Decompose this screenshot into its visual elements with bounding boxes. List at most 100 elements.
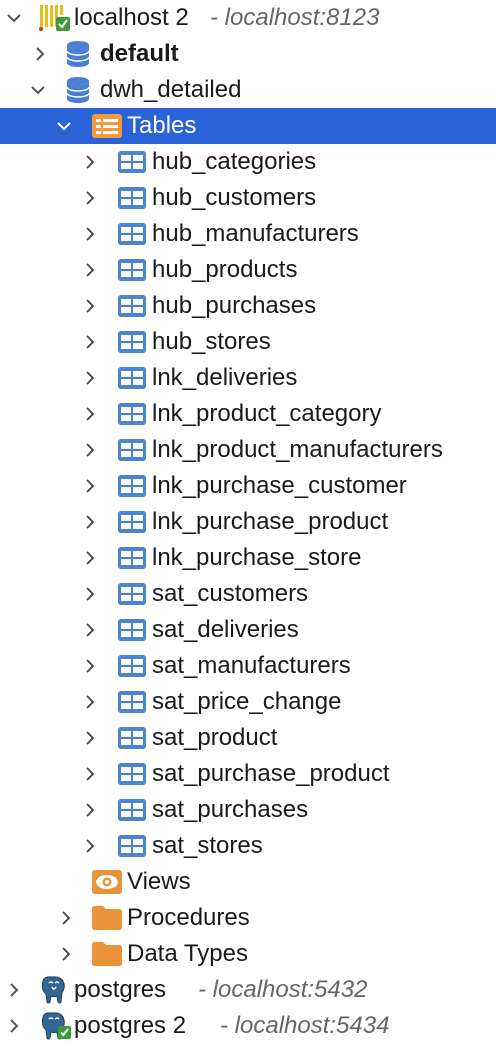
table-label: sat_price_change (152, 688, 342, 715)
chevron-right-icon[interactable] (80, 684, 100, 720)
table-item-sat-customers[interactable]: sat_customers (0, 576, 496, 612)
chevron-down-icon[interactable] (28, 72, 48, 108)
table-icon (118, 540, 146, 576)
table-item-sat-deliveries[interactable]: sat_deliveries (0, 612, 496, 648)
table-icon (118, 720, 146, 756)
chevron-right-icon[interactable] (80, 576, 100, 612)
chevron-right-icon[interactable] (56, 900, 76, 936)
chevron-right-icon[interactable] (30, 36, 50, 72)
chevron-right-icon[interactable] (80, 648, 100, 684)
chevron-right-icon[interactable] (80, 792, 100, 828)
table-icon (118, 648, 146, 684)
table-icon (118, 756, 146, 792)
folder-icon (92, 936, 122, 972)
table-icon (118, 612, 146, 648)
chevron-right-icon[interactable] (80, 756, 100, 792)
chevron-right-icon[interactable] (80, 612, 100, 648)
chevron-right-icon[interactable] (4, 1008, 24, 1044)
table-item-hub-purchases[interactable]: hub_purchases (0, 288, 496, 324)
chevron-right-icon[interactable] (80, 720, 100, 756)
table-icon (118, 252, 146, 288)
postgresql-elephant-icon (38, 1008, 72, 1044)
database-icon (66, 72, 90, 108)
table-item-lnk-product-category[interactable]: lnk_product_category (0, 396, 496, 432)
table-label: lnk_product_manufacturers (152, 436, 443, 463)
folder-procedures[interactable]: Procedures (0, 900, 496, 936)
table-item-lnk-deliveries[interactable]: lnk_deliveries (0, 360, 496, 396)
table-label: hub_products (152, 256, 298, 283)
chevron-right-icon[interactable] (80, 288, 100, 324)
table-list: hub_categories hub_customers hub_manufactu… (0, 144, 496, 864)
table-label: lnk_purchase_store (152, 544, 362, 571)
chevron-right-icon[interactable] (4, 972, 24, 1008)
chevron-right-icon[interactable] (56, 936, 76, 972)
tables-folder-icon (92, 108, 122, 144)
table-label: hub_stores (152, 328, 271, 355)
table-item-sat-purchase-product[interactable]: sat_purchase_product (0, 756, 496, 792)
folder-label: Tables (127, 112, 197, 139)
connection-postgres[interactable]: postgres - localhost:5432 (0, 972, 496, 1008)
folder-label: Views (127, 868, 191, 895)
table-item-hub-stores[interactable]: hub_stores (0, 324, 496, 360)
table-item-lnk-purchase-customer[interactable]: lnk_purchase_customer (0, 468, 496, 504)
table-item-hub-categories[interactable]: hub_categories (0, 144, 496, 180)
table-item-sat-product[interactable]: sat_product (0, 720, 496, 756)
table-label: sat_deliveries (152, 616, 299, 643)
postgresql-elephant-icon (38, 972, 70, 1008)
table-item-lnk-product-manufacturers[interactable]: lnk_product_manufacturers (0, 432, 496, 468)
connection-localhost-2[interactable]: localhost 2 - localhost:8123 (0, 0, 496, 36)
chevron-right-icon[interactable] (80, 216, 100, 252)
connection-label: postgres (74, 976, 167, 1003)
table-item-hub-products[interactable]: hub_products (0, 252, 496, 288)
connection-label: localhost 2 (74, 4, 189, 31)
chevron-down-icon[interactable] (4, 0, 24, 36)
table-icon (118, 180, 146, 216)
table-label: sat_customers (152, 580, 309, 607)
chevron-right-icon[interactable] (80, 540, 100, 576)
table-item-sat-stores[interactable]: sat_stores (0, 828, 496, 864)
chevron-right-icon[interactable] (80, 252, 100, 288)
database-dwh-detailed[interactable]: dwh_detailed (0, 72, 496, 108)
table-item-lnk-purchase-product[interactable]: lnk_purchase_product (0, 504, 496, 540)
chevron-down-icon[interactable] (54, 108, 74, 144)
database-navigator-tree: localhost 2 - localhost:8123 default dwh… (0, 0, 496, 1044)
chevron-right-icon[interactable] (80, 432, 100, 468)
folder-label: Procedures (127, 904, 250, 931)
database-default[interactable]: default (0, 36, 496, 72)
table-label: lnk_product_category (152, 400, 382, 427)
folder-views[interactable]: Views (0, 864, 496, 900)
folder-data-types[interactable]: Data Types (0, 936, 496, 972)
table-label: hub_manufacturers (152, 220, 359, 247)
clickhouse-icon (38, 0, 72, 36)
connection-host: - localhost:8123 (210, 4, 380, 31)
folder-tables[interactable]: Tables (0, 108, 496, 144)
chevron-right-icon[interactable] (80, 396, 100, 432)
chevron-right-icon[interactable] (80, 324, 100, 360)
table-item-hub-customers[interactable]: hub_customers (0, 180, 496, 216)
chevron-right-icon[interactable] (80, 468, 100, 504)
table-item-hub-manufacturers[interactable]: hub_manufacturers (0, 216, 496, 252)
connection-postgres-2[interactable]: postgres 2 - localhost:5434 (0, 1008, 496, 1044)
database-icon (66, 36, 90, 72)
table-icon (118, 144, 146, 180)
table-icon (118, 360, 146, 396)
table-item-sat-price-change[interactable]: sat_price_change (0, 684, 496, 720)
connection-host: - localhost:5432 (198, 976, 368, 1003)
chevron-right-icon[interactable] (80, 144, 100, 180)
table-icon (118, 684, 146, 720)
database-label: dwh_detailed (100, 76, 242, 103)
table-icon (118, 504, 146, 540)
chevron-right-icon[interactable] (80, 180, 100, 216)
chevron-right-icon[interactable] (80, 360, 100, 396)
table-label: sat_product (152, 724, 278, 751)
table-icon (118, 396, 146, 432)
table-item-sat-purchases[interactable]: sat_purchases (0, 792, 496, 828)
folder-label: Data Types (127, 940, 248, 967)
table-item-sat-manufacturers[interactable]: sat_manufacturers (0, 648, 496, 684)
table-item-lnk-purchase-store[interactable]: lnk_purchase_store (0, 540, 496, 576)
table-label: sat_manufacturers (152, 652, 351, 679)
database-label: default (100, 40, 179, 67)
chevron-right-icon[interactable] (80, 828, 100, 864)
table-label: sat_purchase_product (152, 760, 390, 787)
chevron-right-icon[interactable] (80, 504, 100, 540)
